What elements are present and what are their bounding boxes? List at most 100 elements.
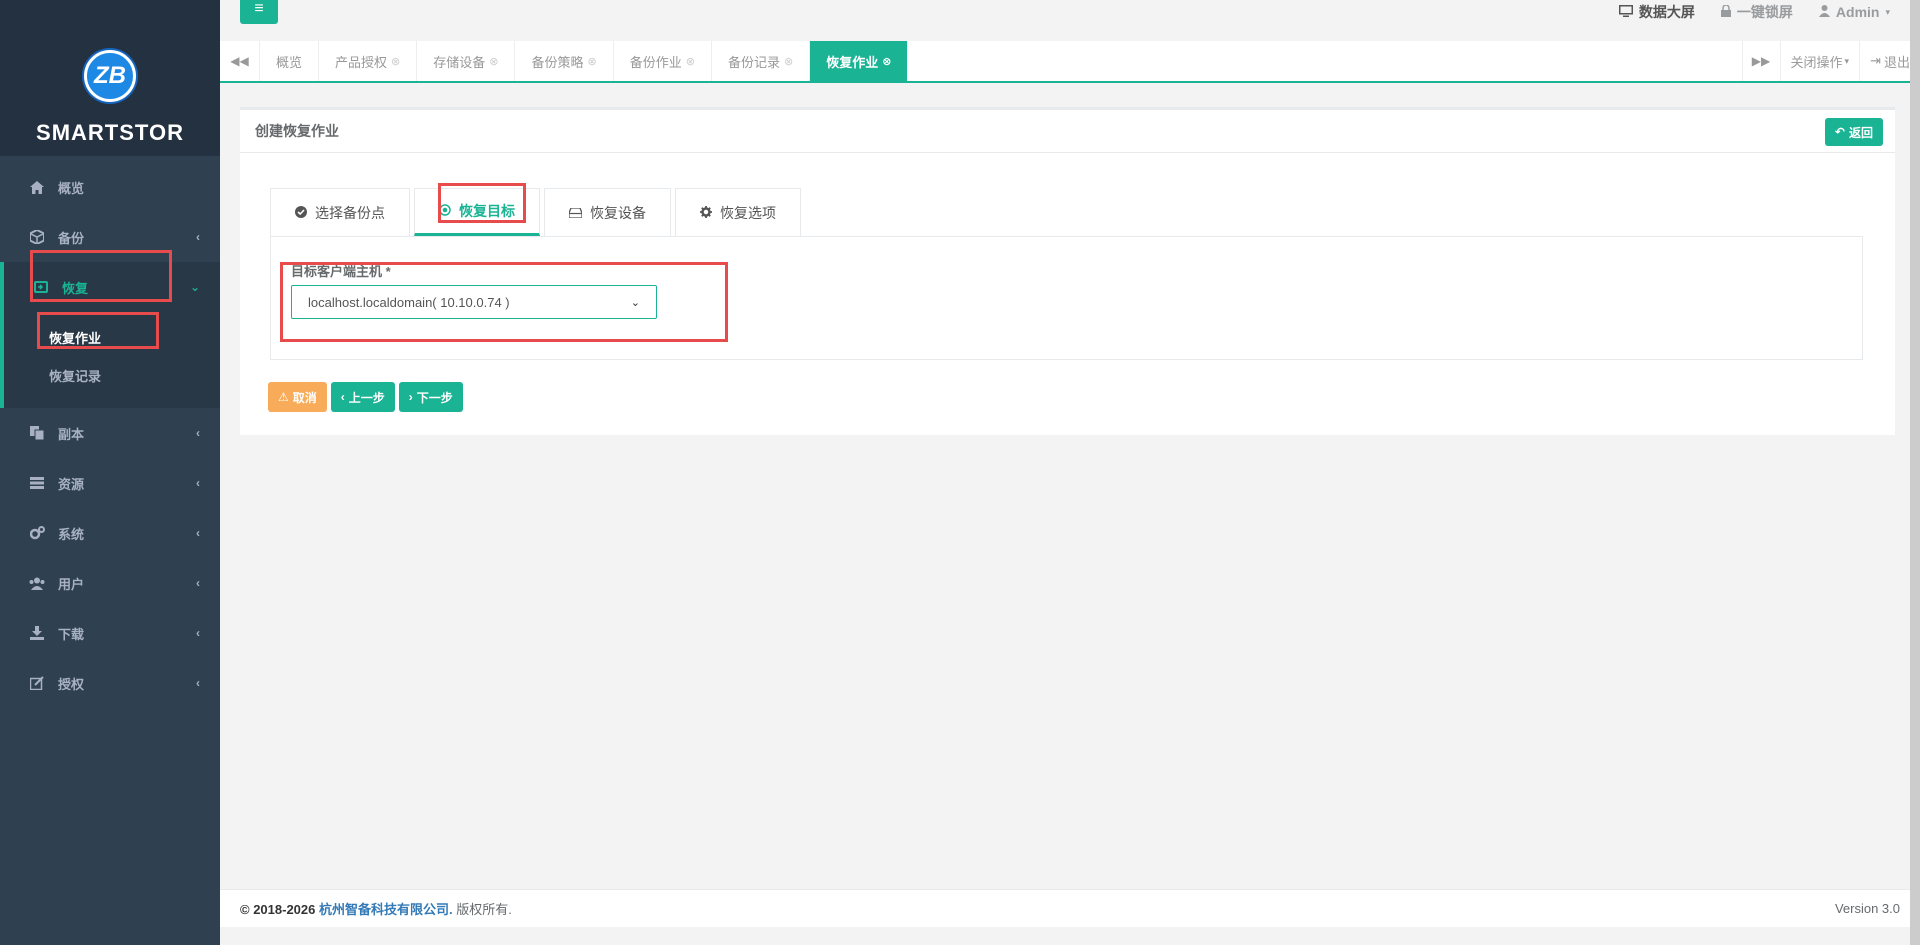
tab-label: 备份作业 <box>629 54 682 70</box>
step-label: 恢复目标 <box>459 203 515 219</box>
tab-backup-records[interactable]: 备份记录 ⊗ <box>712 41 811 81</box>
sidebar-item-system[interactable]: 系统 ‹ <box>0 508 220 558</box>
restore-target-form: 目标客户端主机 * localhost.localdomain( 10.10.0… <box>270 236 1863 360</box>
scrollbar[interactable] <box>1910 0 1920 945</box>
sidebar-item-license[interactable]: 授权 ‹ <box>0 658 220 708</box>
restore-icon <box>32 280 50 294</box>
gear-icon <box>700 205 712 221</box>
next-step-button[interactable]: › 下一步 <box>398 382 463 412</box>
version-text: Version 3.0 <box>1834 901 1900 916</box>
sidebar-item-label: 概览 <box>58 180 85 196</box>
tab-backup-policy[interactable]: 备份策略 ⊗ <box>515 41 614 81</box>
edit-icon <box>28 676 46 690</box>
top-right-menu: 数据大屏 一键锁屏 Admin ▾ <box>1618 2 1890 22</box>
logout-label: 退出 <box>1883 54 1910 70</box>
brand-name: SMARTSTOR <box>36 120 184 145</box>
step-restore-target[interactable]: 恢复目标 <box>414 188 540 236</box>
panel-header: 创建恢复作业 ↶ 返回 <box>240 110 1895 153</box>
sidebar-item-label: 系统 <box>58 526 85 542</box>
sidebar-item-label: 恢复 <box>62 280 89 296</box>
back-button[interactable]: ↶ 返回 <box>1824 118 1883 146</box>
close-icon[interactable]: ⊗ <box>588 55 597 68</box>
close-icon[interactable]: ⊗ <box>882 55 891 68</box>
page-footer: © 2018-2026 杭州智备科技有限公司. 版权所有. Version 3.… <box>220 889 1920 927</box>
home-icon <box>28 180 46 194</box>
wizard-steps: 选择备份点 恢复目标 恢复设备 恢复选项 <box>270 188 801 236</box>
tab-overview[interactable]: 概览 <box>260 41 320 81</box>
user-menu[interactable]: Admin ▾ <box>1818 2 1890 22</box>
subnav-item-restore-jobs[interactable]: 恢复作业 <box>4 318 220 356</box>
step-label: 恢复选项 <box>720 204 776 221</box>
subnav-item-restore-records[interactable]: 恢复记录 <box>4 356 220 394</box>
tab-backup-jobs[interactable]: 备份作业 ⊗ <box>614 41 712 81</box>
sidebar-item-resources[interactable]: 资源 ‹ <box>0 458 220 508</box>
user-icon <box>1818 4 1830 20</box>
page-tabs-bar: ◀◀ 概览 产品授权 ⊗ 存储设备 ⊗ 备份策略 ⊗ 备份作业 ⊗ 备份记录 ⊗… <box>220 41 1920 83</box>
main-area: ≡ 数据大屏 一键锁屏 Admin ▾ ◀◀ 概览 产品授权 ⊗ 存储设备 ⊗ … <box>220 0 1920 945</box>
step-restore-options[interactable]: 恢复选项 <box>675 188 801 236</box>
sidebar-item-label: 下载 <box>58 626 85 642</box>
chevron-left-icon: ‹ <box>196 426 200 440</box>
chevron-left-icon: ‹ <box>340 390 345 404</box>
double-right-icon: ▶▶ <box>1751 54 1771 68</box>
close-operations-dropdown[interactable]: 关闭操作 ▾ <box>1779 41 1860 81</box>
reply-icon: ↶ <box>1834 125 1845 139</box>
sidebar-item-overview[interactable]: 概览 <box>0 162 220 212</box>
sidebar-item-label: 备份 <box>58 230 85 246</box>
copyright-years: © 2018-2026 <box>240 902 316 917</box>
tab-storage-devices[interactable]: 存储设备 ⊗ <box>417 41 516 81</box>
chevron-left-icon: ‹ <box>196 576 200 590</box>
sidebar-item-download[interactable]: 下载 ‹ <box>0 608 220 658</box>
step-select-backup-point[interactable]: 选择备份点 <box>270 188 410 236</box>
next-label: 下一步 <box>416 390 453 405</box>
target-client-value: localhost.localdomain( 10.10.0.74 ) <box>308 294 510 310</box>
tab-label: 产品授权 <box>335 54 388 70</box>
sidebar-item-restore[interactable]: 恢复 ⌄ <box>0 262 220 312</box>
wizard-buttons: ⚠ 取消 ‹ 上一步 › 下一步 <box>268 382 463 412</box>
caret-down-icon: ▾ <box>1885 6 1890 17</box>
tab-label: 备份策略 <box>531 54 584 70</box>
target-client-select[interactable]: localhost.localdomain( 10.10.0.74 ) ⌄ <box>291 285 657 319</box>
prev-step-button[interactable]: ‹ 上一步 <box>330 382 395 412</box>
step-restore-device[interactable]: 恢复设备 <box>544 188 671 236</box>
close-icon[interactable]: ⊗ <box>686 55 695 68</box>
close-icon[interactable]: ⊗ <box>784 55 793 68</box>
prev-label: 上一步 <box>348 390 385 405</box>
sidebar-item-users[interactable]: 用户 ‹ <box>0 558 220 608</box>
tab-label: 恢复作业 <box>826 54 879 70</box>
menu-toggle-button[interactable]: ≡ <box>240 0 278 24</box>
double-left-icon: ◀◀ <box>230 54 249 68</box>
data-screen-link[interactable]: 数据大屏 <box>1618 2 1695 22</box>
tab-restore-jobs[interactable]: 恢复作业 ⊗ <box>810 41 909 81</box>
chevron-left-icon: ‹ <box>196 230 200 244</box>
create-restore-job-panel: 创建恢复作业 ↶ 返回 选择备份点 恢复目标 恢复设备 恢复选项 目标客户端主机… <box>240 107 1895 435</box>
hamburger-icon: ≡ <box>254 0 264 17</box>
tab-product-license[interactable]: 产品授权 ⊗ <box>319 41 418 81</box>
tabs-scroll-left-button[interactable]: ◀◀ <box>220 41 260 81</box>
hdd-icon <box>568 205 583 221</box>
chevron-left-icon: ‹ <box>196 476 200 490</box>
close-icon[interactable]: ⊗ <box>391 55 400 68</box>
rights-text: 版权所有. <box>456 902 512 917</box>
download-icon <box>28 626 46 640</box>
top-navbar: ≡ 数据大屏 一键锁屏 Admin ▾ <box>220 0 1920 41</box>
chevron-down-icon: ⌄ <box>630 296 640 309</box>
sidebar-item-replica[interactable]: 副本 ‹ <box>0 408 220 458</box>
company-link[interactable]: 杭州智备科技有限公司. <box>319 902 453 917</box>
close-icon[interactable]: ⊗ <box>489 55 498 68</box>
monitor-icon <box>1618 4 1633 20</box>
cancel-button[interactable]: ⚠ 取消 <box>268 382 327 412</box>
step-label: 恢复设备 <box>590 204 646 221</box>
sidebar-item-backup[interactable]: 备份 ‹ <box>0 212 220 262</box>
lock-screen-link[interactable]: 一键锁屏 <box>1720 2 1793 22</box>
sidebar-item-label: 资源 <box>58 476 85 492</box>
warning-icon: ⚠ <box>278 390 289 404</box>
caret-down-icon: ▾ <box>1844 55 1850 66</box>
page-title: 创建恢复作业 <box>255 123 339 139</box>
tab-label: 存储设备 <box>433 54 486 70</box>
data-screen-label: 数据大屏 <box>1638 4 1695 20</box>
tabs-scroll-right-button[interactable]: ▶▶ <box>1741 41 1780 81</box>
sidebar-item-label: 用户 <box>58 576 85 592</box>
close-ops-label: 关闭操作 <box>1790 54 1843 70</box>
chevron-left-icon: ‹ <box>196 526 200 540</box>
